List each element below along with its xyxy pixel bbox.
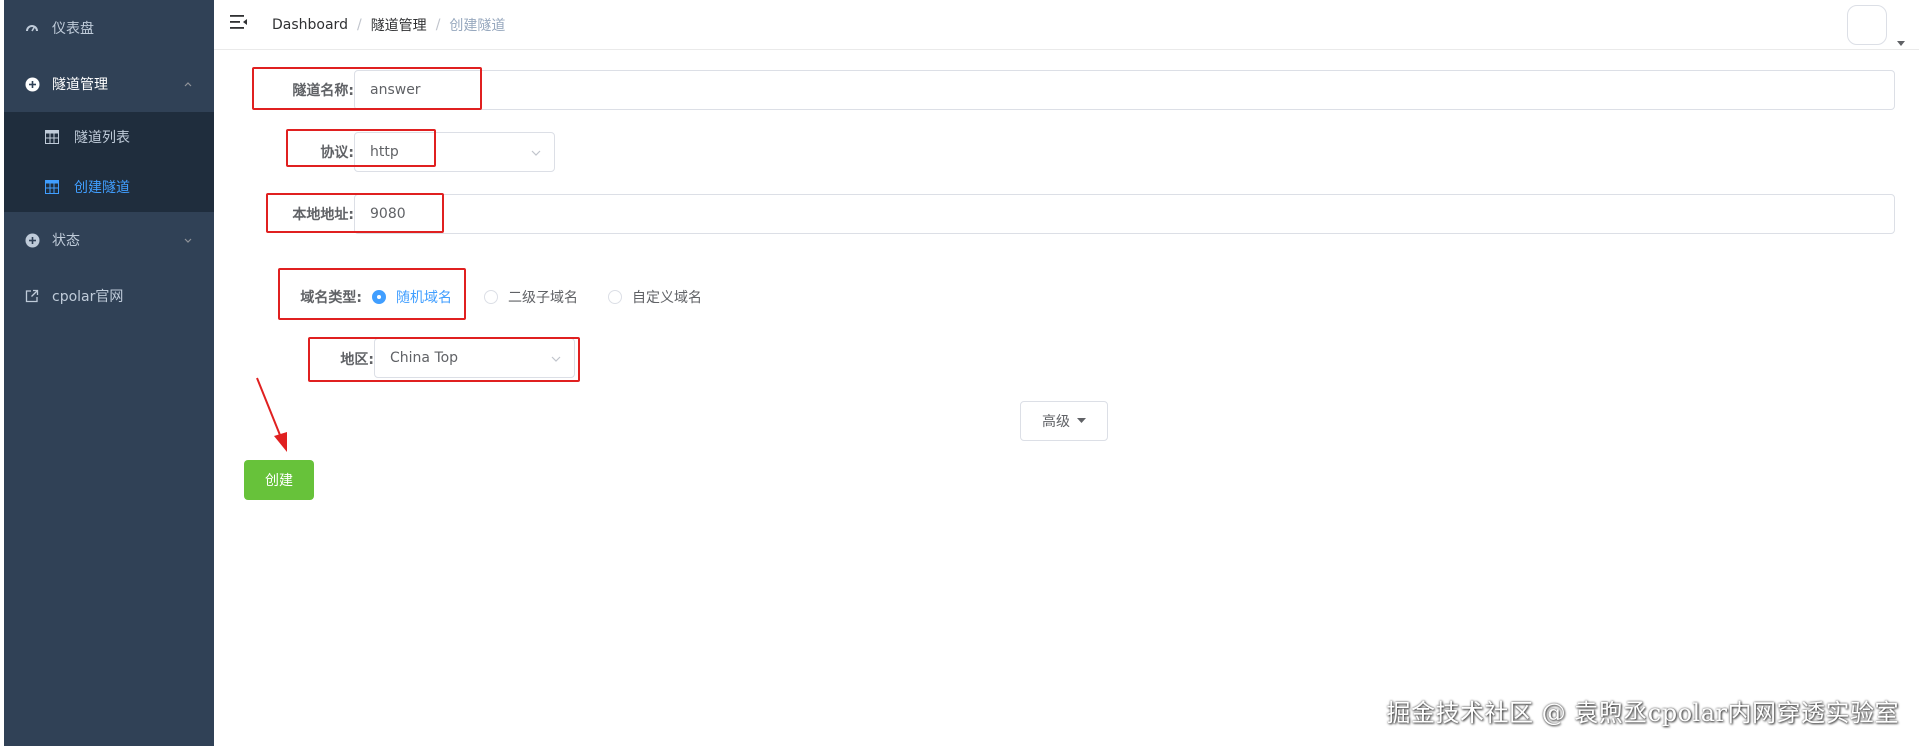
advanced-label: 高级 xyxy=(1042,414,1070,430)
protocol-value: http xyxy=(370,144,399,160)
advanced-button[interactable]: 高级 xyxy=(1020,401,1108,441)
sidebar-item-label: cpolar官网 xyxy=(52,289,124,305)
breadcrumb-separator: / xyxy=(356,17,362,33)
tunnel-name-value: answer xyxy=(370,82,421,98)
app-window: 仪表盘 隧道管理 隧道列表 创建隧道 状态 cpolar官网 Dashboard… xyxy=(0,0,1919,746)
chevron-down-icon xyxy=(550,353,562,365)
chevron-up-icon xyxy=(182,78,194,90)
sidebar-item-tunnel-management[interactable]: 隧道管理 xyxy=(4,56,214,112)
chevron-down-icon xyxy=(530,147,542,159)
avatar[interactable] xyxy=(1847,5,1887,45)
create-button[interactable]: 创建 xyxy=(244,460,314,500)
caret-down-icon[interactable] xyxy=(1897,32,1905,46)
sidebar-item-label: 创建隧道 xyxy=(74,180,130,196)
local-address-value: 9080 xyxy=(370,206,406,222)
breadcrumb-item-dashboard[interactable]: Dashboard xyxy=(272,17,348,33)
radio-label: 自定义域名 xyxy=(632,290,702,306)
radio-custom-domain[interactable]: 自定义域名 xyxy=(608,287,702,307)
radio-dot xyxy=(608,290,622,304)
sidebar-item-dashboard[interactable]: 仪表盘 xyxy=(4,0,214,56)
table-icon xyxy=(44,129,60,145)
radio-dot xyxy=(372,290,386,304)
sidebar-item-tunnel-list[interactable]: 隧道列表 xyxy=(4,112,214,162)
tunnel-name-label: 隧道名称: xyxy=(292,83,354,99)
plus-circle-icon xyxy=(24,76,40,92)
arrow-annotation-icon xyxy=(256,377,287,452)
protocol-label: 协议: xyxy=(320,145,354,161)
sidebar-item-status[interactable]: 状态 xyxy=(4,212,214,268)
chevron-down-icon xyxy=(182,234,194,246)
breadcrumb-item-tunnel-management[interactable]: 隧道管理 xyxy=(371,15,427,35)
menu-fold-icon[interactable] xyxy=(230,14,250,34)
region-value: China Top xyxy=(390,350,459,366)
breadcrumb-item-current: 创建隧道 xyxy=(449,18,506,34)
create-label: 创建 xyxy=(265,473,293,489)
local-address-input[interactable]: 9080 xyxy=(354,194,1895,234)
sidebar-item-cpolar-site[interactable]: cpolar官网 xyxy=(4,268,214,324)
sidebar-item-label: 状态 xyxy=(52,233,80,249)
caret-down-icon xyxy=(1077,418,1086,424)
table-icon xyxy=(44,179,60,195)
local-address-label: 本地地址: xyxy=(292,207,354,223)
external-link-icon xyxy=(24,288,40,304)
region-label: 地区: xyxy=(340,352,374,368)
sidebar-item-create-tunnel[interactable]: 创建隧道 xyxy=(4,162,214,212)
breadcrumb-separator: / xyxy=(435,17,441,33)
radio-label: 二级子域名 xyxy=(508,290,578,306)
region-select[interactable]: China Top xyxy=(374,338,575,378)
breadcrumb: Dashboard / 隧道管理 / 创建隧道 xyxy=(272,15,505,35)
navbar: Dashboard / 隧道管理 / 创建隧道 xyxy=(214,0,1919,50)
radio-label: 随机域名 xyxy=(396,290,452,306)
domain-type-label: 域名类型: xyxy=(300,290,362,306)
sidebar-item-label: 隧道管理 xyxy=(52,77,108,93)
watermark: 掘金技术社区 @ 袁煦丞cpolar内网穿透实验室 xyxy=(1386,699,1899,727)
sidebar-item-label: 隧道列表 xyxy=(74,130,130,146)
sidebar-item-label: 仪表盘 xyxy=(52,21,94,37)
protocol-select[interactable]: http xyxy=(354,132,555,172)
radio-random-domain[interactable]: 随机域名 xyxy=(372,287,452,307)
plus-circle-icon xyxy=(24,232,40,248)
sidebar: 仪表盘 隧道管理 隧道列表 创建隧道 状态 cpolar官网 xyxy=(4,0,214,746)
radio-subdomain[interactable]: 二级子域名 xyxy=(484,287,578,307)
tunnel-name-input[interactable]: answer xyxy=(354,70,1895,110)
radio-dot xyxy=(484,290,498,304)
dashboard-icon xyxy=(24,20,40,36)
main-content: Dashboard / 隧道管理 / 创建隧道 隧道名称: answer 协议:… xyxy=(214,0,1919,746)
